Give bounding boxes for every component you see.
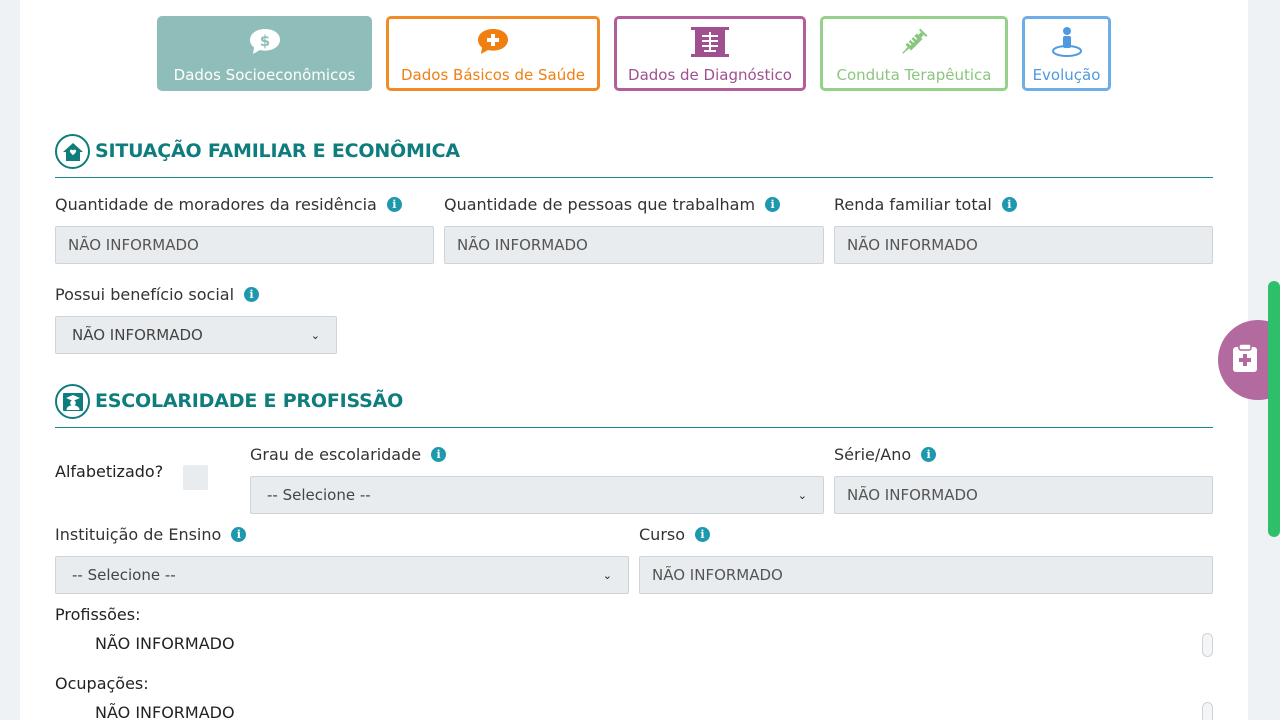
info-icon[interactable]: i bbox=[765, 197, 781, 212]
xray-icon bbox=[690, 25, 730, 59]
label-text: Quantidade de moradores da residência bbox=[55, 195, 377, 214]
info-icon[interactable]: i bbox=[1001, 197, 1017, 212]
info-icon[interactable]: i bbox=[431, 447, 447, 462]
moradores-label: Quantidade de moradores da residência i bbox=[55, 195, 402, 214]
plus-speech-icon bbox=[476, 25, 510, 59]
chevron-down-icon: ⌄ bbox=[602, 568, 612, 582]
renda-label: Renda familiar total i bbox=[834, 195, 1017, 214]
chevron-down-icon: ⌄ bbox=[310, 328, 320, 342]
beneficio-label: Possui benefício social i bbox=[55, 285, 260, 304]
info-icon[interactable]: i bbox=[386, 197, 402, 212]
label-text: Possui benefício social bbox=[55, 285, 235, 304]
section-header-familiar: SITUAÇÃO FAMILIAR E ECONÔMICA bbox=[55, 134, 1213, 178]
label-text: Curso bbox=[639, 525, 686, 544]
trabalham-label: Quantidade de pessoas que trabalham i bbox=[444, 195, 781, 214]
tab-conduta-terapeutica[interactable]: Conduta Terapêutica bbox=[820, 16, 1008, 91]
chevron-down-icon: ⌄ bbox=[797, 488, 807, 502]
section-title: SITUAÇÃO FAMILIAR E ECONÔMICA bbox=[95, 140, 460, 162]
profissoes-scrollbar[interactable] bbox=[1202, 633, 1213, 657]
info-icon[interactable]: i bbox=[231, 527, 247, 542]
tab-evolucao[interactable]: Evolução bbox=[1022, 16, 1111, 91]
dollar-speech-icon: $ bbox=[248, 25, 282, 59]
info-icon[interactable]: i bbox=[695, 527, 711, 542]
grau-select[interactable]: -- Selecione -- ⌄ bbox=[250, 476, 824, 514]
profissoes-label: Profissões: bbox=[55, 605, 141, 624]
curso-field[interactable]: NÃO INFORMADO bbox=[639, 556, 1213, 594]
instituicao-select[interactable]: -- Selecione -- ⌄ bbox=[55, 556, 629, 594]
tab-label: Dados de Diagnóstico bbox=[628, 66, 792, 84]
curso-label: Curso i bbox=[639, 525, 711, 544]
label-text: Grau de escolaridade bbox=[250, 445, 422, 464]
tab-label: Dados Básicos de Saúde bbox=[401, 66, 585, 84]
ocupacoes-label: Ocupações: bbox=[55, 674, 149, 693]
form-card bbox=[20, 0, 1248, 720]
tab-dados-socioeconomicos[interactable]: $ Dados Socioeconômicos bbox=[157, 16, 372, 91]
tab-label: Dados Socioeconômicos bbox=[173, 66, 356, 84]
instituicao-label: Instituição de Ensino i bbox=[55, 525, 247, 544]
select-value: NÃO INFORMADO bbox=[72, 326, 203, 344]
moradores-field[interactable]: NÃO INFORMADO bbox=[55, 226, 434, 264]
syringe-icon bbox=[897, 25, 931, 59]
label-text: Quantidade de pessoas que trabalham bbox=[444, 195, 756, 214]
svg-text:$: $ bbox=[259, 32, 269, 50]
trabalham-field[interactable]: NÃO INFORMADO bbox=[444, 226, 824, 264]
tab-dados-de-diagnostico[interactable]: Dados de Diagnóstico bbox=[614, 16, 806, 91]
info-icon[interactable]: i bbox=[244, 287, 260, 302]
clipboard-plus-icon bbox=[1232, 343, 1258, 377]
tab-label: Conduta Terapêutica bbox=[836, 66, 992, 84]
tab-dados-basicos-de-saude[interactable]: Dados Básicos de Saúde bbox=[386, 16, 600, 91]
ocupacoes-value: NÃO INFORMADO bbox=[95, 703, 235, 720]
beneficio-select[interactable]: NÃO INFORMADO ⌄ bbox=[55, 316, 337, 354]
grau-label: Grau de escolaridade i bbox=[250, 445, 447, 464]
house-icon bbox=[55, 134, 90, 169]
profissoes-value: NÃO INFORMADO bbox=[95, 634, 235, 653]
alfabetizado-checkbox[interactable] bbox=[183, 465, 208, 490]
label-text: Série/Ano bbox=[834, 445, 912, 464]
label-text: Renda familiar total bbox=[834, 195, 992, 214]
select-value: -- Selecione -- bbox=[72, 566, 176, 584]
info-icon[interactable]: i bbox=[921, 447, 937, 462]
label-text: Instituição de Ensino bbox=[55, 525, 222, 544]
person-target-icon bbox=[1050, 25, 1084, 59]
graduate-icon bbox=[55, 384, 90, 419]
alfabetizado-label: Alfabetizado? bbox=[55, 462, 164, 481]
section-header-escolaridade: ESCOLARIDADE E PROFISSÃO bbox=[55, 384, 1213, 428]
serie-label: Série/Ano i bbox=[834, 445, 937, 464]
select-value: -- Selecione -- bbox=[267, 486, 371, 504]
page-scrollbar-thumb[interactable] bbox=[1268, 281, 1280, 537]
ocupacoes-scrollbar[interactable] bbox=[1202, 702, 1213, 720]
tab-label: Evolução bbox=[1032, 66, 1101, 84]
renda-field[interactable]: NÃO INFORMADO bbox=[834, 226, 1213, 264]
section-title: ESCOLARIDADE E PROFISSÃO bbox=[95, 390, 404, 412]
serie-field[interactable]: NÃO INFORMADO bbox=[834, 476, 1213, 514]
